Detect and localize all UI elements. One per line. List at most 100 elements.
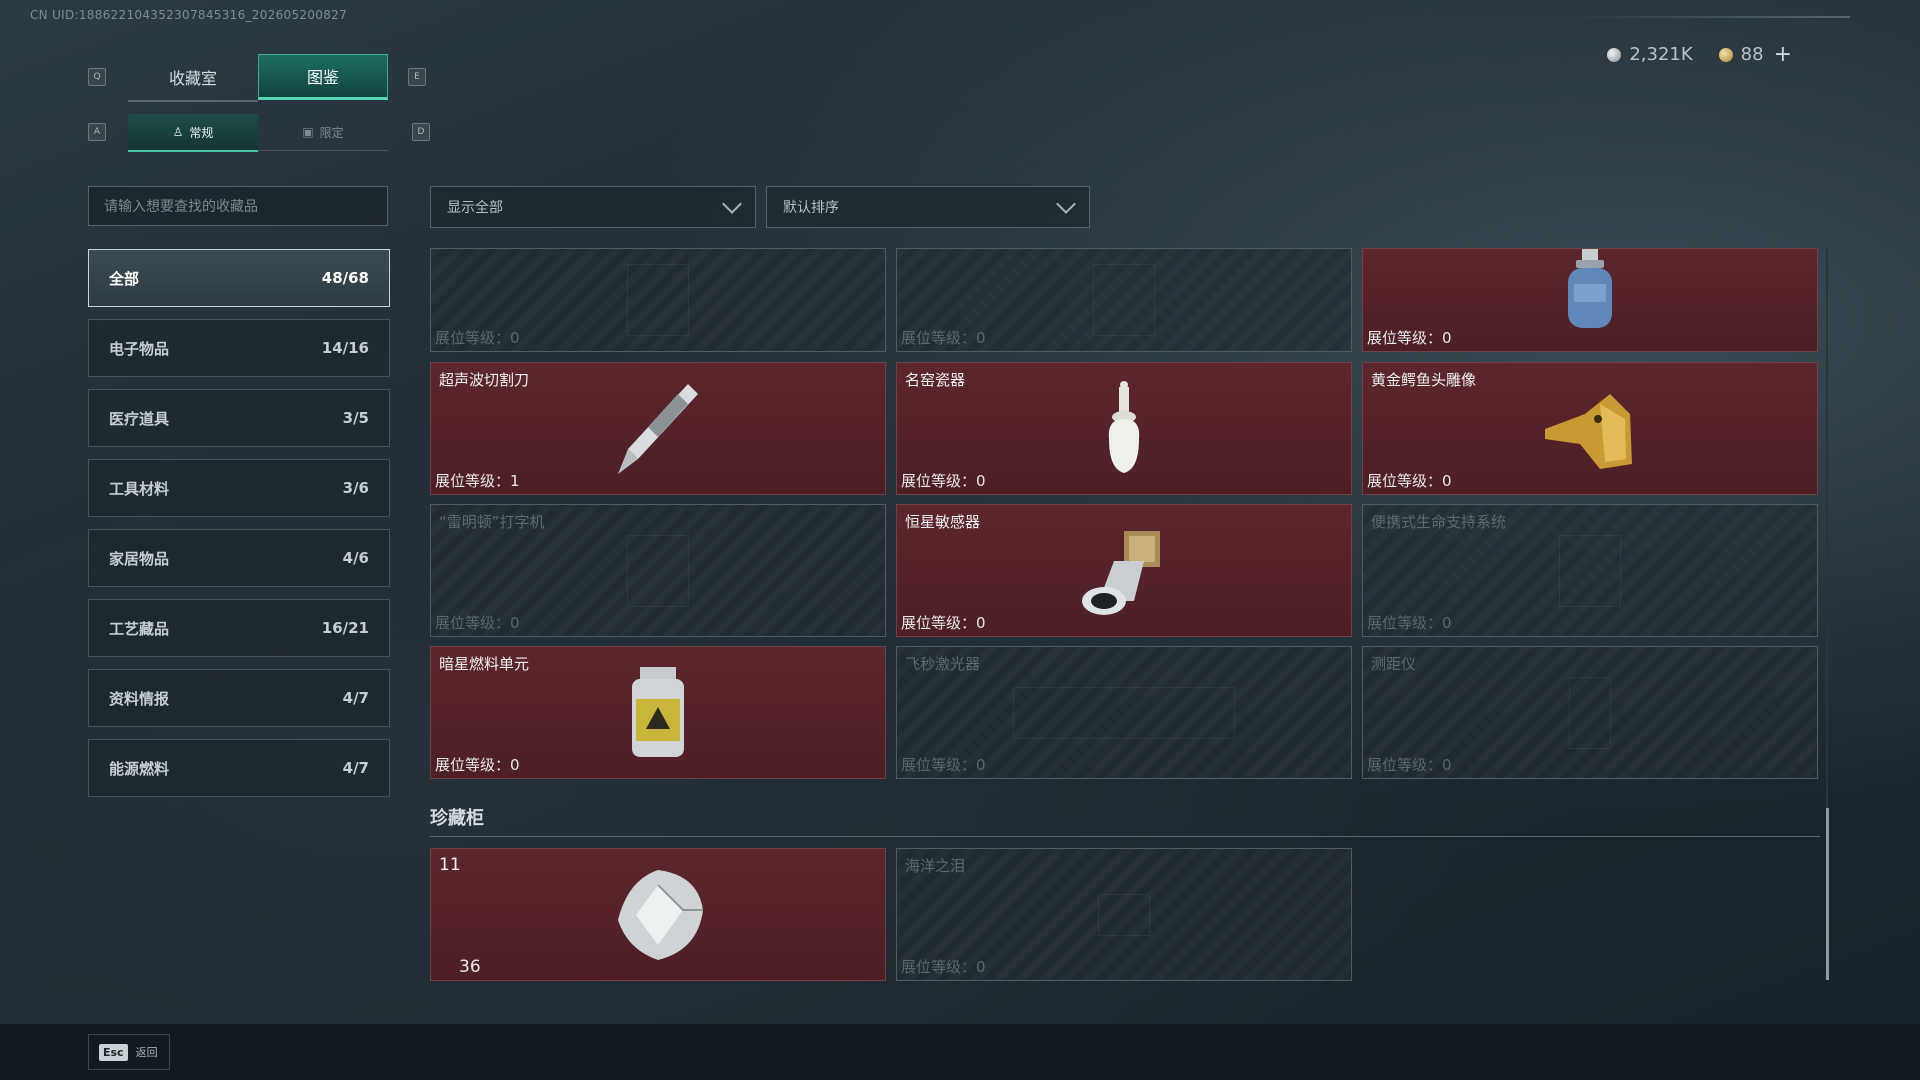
sub-tabs: ♙ 常规 ▣ 限定 [128,114,388,152]
category-count: 3/5 [342,409,369,427]
tab-collection-room[interactable]: 收藏室 [128,54,258,102]
gold-crocodile-icon [1545,393,1632,469]
item-name: 海洋之泪 [905,857,966,875]
unknown-relic-icon [627,264,689,336]
category-count: 14/16 [321,339,369,357]
add-currency-button[interactable]: + [1774,42,1792,67]
booth-level: 展位等级：0 [1367,756,1452,774]
collection-card[interactable]: 便携式生命支持系统 展位等级：0 [1362,504,1818,637]
show-filter-value: 显示全部 [447,200,503,216]
star-sensor-icon [1082,530,1160,615]
collection-card[interactable]: 黄金鳄鱼头雕像 展位等级：0 [1362,362,1818,495]
category-tools[interactable]: 工具材料 3/6 [88,459,390,517]
e-key-hint: E [408,68,426,86]
collection-card[interactable]: 测距仪 展位等级：0 [1362,646,1818,779]
item-name: 名窑瓷器 [905,371,966,389]
category-label: 资料情报 [109,689,170,708]
back-label: 返回 [135,1046,158,1059]
laser-icon [1013,686,1235,739]
category-intel[interactable]: 资料情报 4/7 [88,669,390,727]
category-count: 4/6 [342,549,369,567]
item-name: 暗星燃料单元 [439,655,530,673]
gas-canister-icon [1568,249,1612,328]
collection-card[interactable]: 展位等级：0 [896,248,1352,352]
booth-level: 展位等级：0 [901,756,986,774]
treasure-card[interactable]: 11 36 [430,848,886,981]
item-name: 黄金鳄鱼头雕像 [1371,371,1477,389]
category-crafts[interactable]: 工艺藏品 16/21 [88,599,390,657]
limited-icon: ▣ [302,125,314,139]
diamond-icon [618,869,703,960]
booth-level: 展位等级：0 [435,329,520,347]
collection-card[interactable]: 超声波切割刀 展位等级：1 [430,362,886,495]
a-key-hint: A [88,123,106,141]
booth-level: 展位等级：0 [1367,472,1452,490]
item-name: 便携式生命支持系统 [1371,513,1507,531]
currency-bar: 2,321K 88 + [1607,42,1792,67]
category-count: 16/21 [321,619,369,637]
category-label: 家居物品 [109,549,170,568]
scrollbar-thumb[interactable] [1826,808,1829,980]
collection-card[interactable]: 展位等级：0 [1362,248,1818,352]
category-electronics[interactable]: 电子物品 14/16 [88,319,390,377]
treasure-bottom-number: 36 [459,957,481,977]
collection-card[interactable]: 展位等级：0 [430,248,886,352]
sort-dropdown[interactable]: 默认排序 [766,186,1090,228]
category-household[interactable]: 家居物品 4/6 [88,529,390,587]
category-label: 医疗道具 [109,409,170,428]
booth-level: 展位等级：0 [1367,329,1452,347]
category-energy[interactable]: 能源燃料 4/7 [88,739,390,797]
treasure-card[interactable]: 海洋之泪 展位等级：0 [896,848,1352,981]
collection-card[interactable]: 飞秒激光器 展位等级：0 [896,646,1352,779]
silver-currency: 2,321K [1607,44,1693,65]
treasure-section-divider [430,836,1820,837]
item-name: “雷明顿”打字机 [439,513,545,531]
collection-card[interactable]: 恒星敏感器 展位等级：0 [896,504,1352,637]
silver-coin-icon [1607,47,1622,62]
item-name: 恒星敏感器 [905,513,981,531]
show-filter-dropdown[interactable]: 显示全部 [430,186,756,228]
esc-key: Esc [99,1043,128,1061]
life-support-icon [1559,534,1621,607]
ocean-tear-icon [1098,893,1150,936]
regular-icon: ♙ [172,125,184,139]
search-input[interactable]: 请输入想要查找的收藏品 [88,186,388,226]
collection-card[interactable]: 暗星燃料单元 展位等级：0 [430,646,886,779]
q-key-hint: Q [88,68,106,86]
category-medical[interactable]: 医疗道具 3/5 [88,389,390,447]
chevron-down-icon [1056,194,1076,214]
category-all[interactable]: 全部 48/68 [88,249,390,307]
top-divider [1570,16,1850,18]
booth-level: 展位等级：0 [901,329,986,347]
unknown-device-icon [1093,264,1155,336]
chevron-down-icon [722,194,742,214]
collection-card[interactable]: 名窑瓷器 展位等级：0 [896,362,1352,495]
treasure-top-number: 11 [439,855,461,875]
booth-level: 展位等级：0 [435,614,520,632]
collection-card[interactable]: “雷明顿”打字机 展位等级：0 [430,504,886,637]
item-name: 超声波切割刀 [439,371,530,389]
sort-value: 默认排序 [783,200,839,216]
gold-coin-icon [1718,47,1733,62]
tab-catalog[interactable]: 图鉴 [258,54,388,100]
subtab-limited-label: 限定 [319,125,344,140]
category-count: 48/68 [321,269,369,287]
gold-currency: 88 + [1718,42,1792,67]
booth-level: 展位等级：0 [1367,614,1452,632]
category-label: 工艺藏品 [109,619,170,638]
d-key-hint: D [412,123,430,141]
subtab-regular[interactable]: ♙ 常规 [128,114,258,152]
item-name: 飞秒激光器 [905,655,981,673]
uid-label: CN UID:18862210435230784531­6_2026052008… [30,8,348,22]
booth-level: 展位等级：0 [901,472,986,490]
subtab-regular-label: 常规 [189,125,214,140]
back-button[interactable]: Esc 返回 [88,1034,170,1070]
silver-amount: 2,321K [1629,44,1693,65]
typewriter-icon [627,534,689,607]
category-label: 全部 [109,269,140,288]
subtab-limited[interactable]: ▣ 限定 [258,114,388,151]
booth-level: 展位等级：0 [901,614,986,632]
category-count: 3/6 [342,479,369,497]
category-label: 工具材料 [109,479,170,498]
category-count: 4/7 [342,759,369,777]
